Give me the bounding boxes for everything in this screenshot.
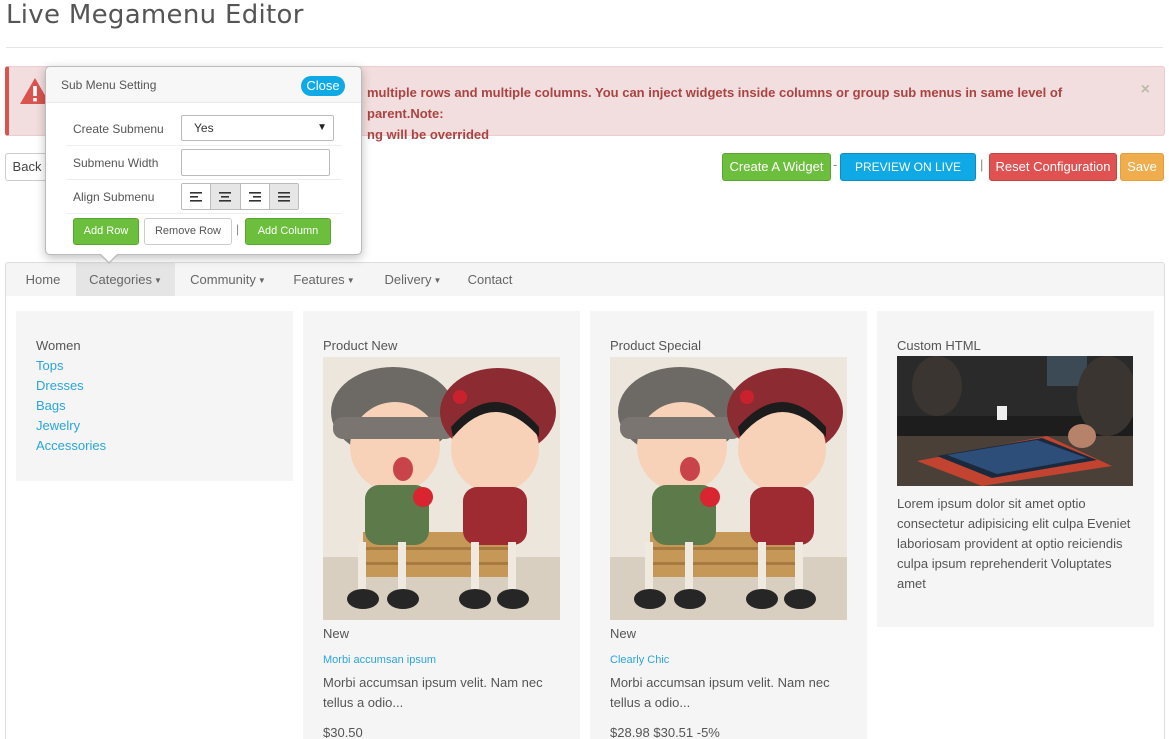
title-divider: [6, 47, 1163, 48]
nav-item-community[interactable]: Community ▼: [180, 263, 276, 297]
popover-title: Sub Menu Setting: [61, 78, 157, 92]
menu-column-custom-html: Custom HTML Lorem ipsum dolor sit amet o…: [877, 311, 1154, 627]
product-price: $28.98 $30.51 -5%: [610, 725, 720, 739]
caret-down-icon: ▼: [433, 276, 442, 285]
page-title: Live Megamenu Editor: [6, 0, 304, 30]
menu-link-jewelry[interactable]: Jewelry: [36, 418, 80, 433]
megamenu-dropdown: Women Tops Dresses Bags Jewelry Accessor…: [5, 296, 1165, 739]
column-heading: Women: [36, 338, 81, 353]
megamenu-navbar: Home Categories ▼ Community ▼ Features ▼ De…: [5, 262, 1165, 297]
product-name-link[interactable]: Morbi accumsan ipsum: [323, 654, 436, 666]
product-label: New: [323, 626, 350, 641]
submenu-setting-popover: Sub Menu Setting Close Create Submenu Ye…: [45, 66, 362, 255]
product-description: Morbi accumsan ipsum velit. Nam nec tell…: [323, 675, 543, 710]
preview-live-site-button[interactable]: PREVIEW ON LIVE SITE: [840, 153, 976, 200]
submenu-width-label: Submenu Width: [73, 156, 159, 170]
nav-item-categories[interactable]: Categories ▼: [76, 263, 175, 297]
toolbar-separator: -: [833, 157, 838, 172]
product-label: New: [610, 626, 637, 641]
popover-header: Sub Menu Setting Close: [46, 67, 361, 103]
remove-row-button[interactable]: Remove Row: [144, 218, 232, 245]
menu-link-tops[interactable]: Tops: [36, 358, 63, 373]
dropdown-caret-icon: ▼: [317, 122, 327, 133]
toolbar-separator: |: [980, 157, 984, 172]
menu-link-accessories[interactable]: Accessories: [36, 438, 106, 453]
align-center-icon[interactable]: [211, 184, 241, 209]
popover-separator: |: [236, 222, 240, 236]
menu-column-women: Women Tops Dresses Bags Jewelry Accessor…: [16, 311, 293, 481]
submenu-width-input[interactable]: [181, 149, 330, 176]
caret-down-icon: ▼: [346, 276, 355, 285]
product-image[interactable]: [323, 357, 560, 620]
nav-item-home[interactable]: Home: [14, 263, 72, 297]
popover-close-button[interactable]: Close: [301, 76, 345, 96]
alert-message: multiple rows and multiple columns. You …: [367, 85, 1063, 142]
column-heading: Custom HTML: [897, 338, 981, 353]
product-name-link[interactable]: Clearly Chic: [610, 654, 669, 666]
add-row-button[interactable]: Add Row: [73, 218, 139, 245]
nav-item-contact[interactable]: Contact: [460, 263, 520, 297]
menu-link-bags[interactable]: Bags: [36, 398, 66, 413]
add-column-button[interactable]: Add Column: [245, 218, 331, 245]
column-heading: Product Special: [610, 338, 702, 353]
align-right-icon[interactable]: [240, 184, 270, 209]
popover-arrow-inner: [101, 254, 117, 262]
custom-html-image: [897, 356, 1133, 486]
align-submenu-label: Align Submenu: [73, 190, 155, 204]
alert-close-icon[interactable]: ×: [1141, 81, 1150, 99]
create-submenu-select[interactable]: Yes ▼: [181, 115, 334, 141]
align-submenu-group: [181, 183, 299, 210]
product-price: $30.50: [323, 725, 363, 739]
menu-link-dresses[interactable]: Dresses: [36, 378, 84, 393]
product-image[interactable]: [610, 357, 847, 620]
column-heading: Product New: [323, 338, 398, 353]
align-left-icon[interactable]: [182, 184, 212, 209]
create-submenu-label: Create Submenu: [73, 122, 164, 136]
align-justify-icon[interactable]: [269, 184, 298, 209]
menu-column-product-new: Product New New Morbi accumsan ipsum Mor…: [303, 311, 580, 739]
caret-down-icon: ▼: [257, 276, 266, 285]
create-widget-button[interactable]: Create A Widget: [722, 153, 831, 181]
product-description: Morbi accumsan ipsum velit. Nam nec tell…: [610, 675, 830, 710]
nav-item-features[interactable]: Features ▼: [284, 263, 364, 297]
reset-configuration-button[interactable]: Reset Configuration: [989, 153, 1117, 181]
caret-down-icon: ▼: [153, 276, 162, 285]
menu-column-product-special: Product Special New Clearly Chic Morbi a…: [590, 311, 867, 739]
nav-item-delivery[interactable]: Delivery ▼: [372, 263, 454, 297]
back-button[interactable]: Back: [5, 153, 49, 181]
custom-html-text: Lorem ipsum dolor sit amet optio consect…: [897, 496, 1131, 591]
save-button[interactable]: Save: [1120, 153, 1164, 181]
